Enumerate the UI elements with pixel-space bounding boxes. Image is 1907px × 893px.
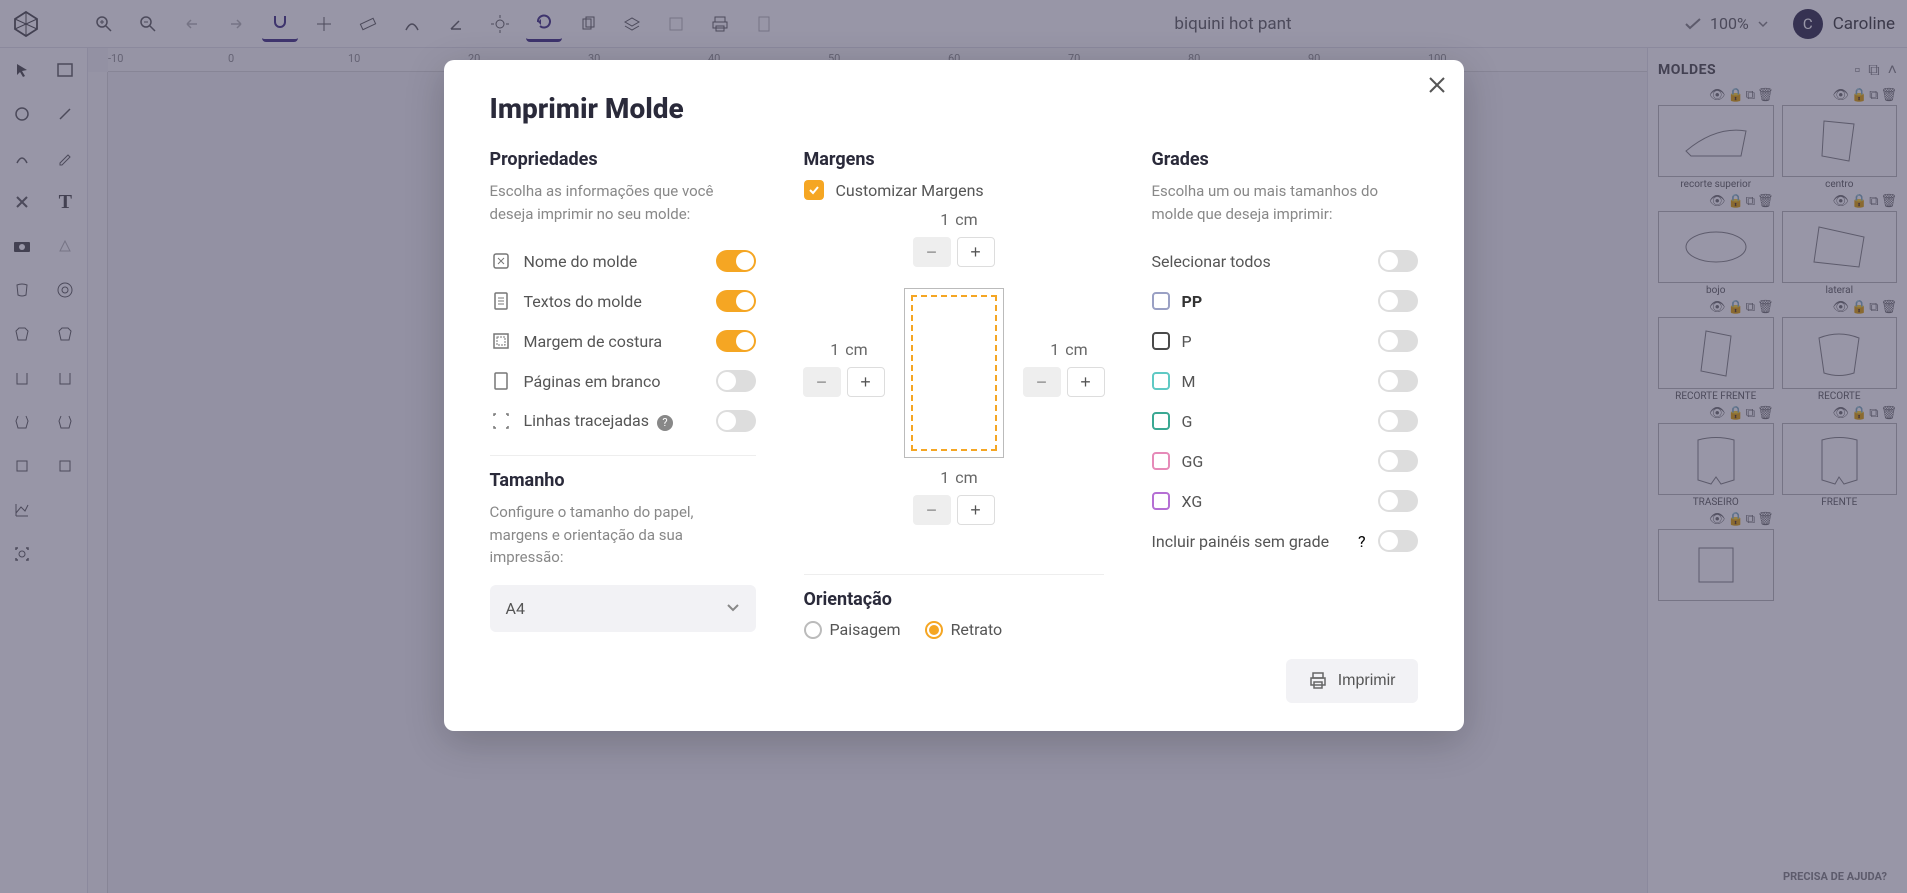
property-row: Textos do molde [490,281,756,321]
orientation-option[interactable]: Paisagem [804,620,901,639]
property-row: Páginas em branco [490,361,756,401]
property-row: Margem de costura [490,321,756,361]
page-preview [904,288,1004,458]
size-heading: Tamanho [490,470,756,491]
margin-right-minus[interactable]: − [1023,367,1061,397]
grade-swatch [1152,492,1170,510]
grade-label: GG [1182,452,1366,471]
properties-heading: Propriedades [490,149,756,170]
print-button[interactable]: Imprimir [1286,659,1418,703]
margin-left-value: 1 [819,340,839,359]
grade-swatch [1152,452,1170,470]
grade-swatch [1152,412,1170,430]
print-modal: Imprimir Molde Propriedades Escolha as i… [444,60,1464,731]
grade-row: PP [1152,281,1418,321]
margin-right-plus[interactable]: + [1067,367,1105,397]
select-all-toggle[interactable] [1378,250,1418,272]
margin-bottom-value: 1 [929,468,949,487]
properties-desc: Escolha as informações que você deseja i… [490,180,756,225]
grade-swatch [1152,292,1170,310]
orientation-label: Paisagem [830,620,901,639]
property-toggle[interactable] [716,250,756,272]
radio-icon [804,621,822,639]
grade-toggle[interactable] [1378,490,1418,512]
property-label: Textos do molde [524,292,704,311]
margin-bottom-plus[interactable]: + [957,495,995,525]
grade-row: GG [1152,441,1418,481]
property-icon [490,410,512,432]
grade-row: XG [1152,481,1418,521]
grade-label: P [1182,332,1366,351]
customize-margins-checkbox[interactable] [804,180,824,200]
property-label: Páginas em branco [524,372,704,391]
property-label: Nome do molde [524,252,704,271]
grade-toggle[interactable] [1378,410,1418,432]
margin-right-value: 1 [1039,340,1059,359]
grade-toggle[interactable] [1378,290,1418,312]
orientation-label: Retrato [951,620,1003,639]
chevron-down-icon [726,603,740,613]
include-panels-label: Incluir painéis sem grade [1152,532,1346,551]
modal-title: Imprimir Molde [490,92,1418,125]
customize-margins-label: Customizar Margens [836,181,984,200]
margin-left-plus[interactable]: + [847,367,885,397]
grade-row: G [1152,401,1418,441]
property-toggle[interactable] [716,410,756,432]
property-label: Linhas tracejadas ? [524,411,704,431]
grades-heading: Grades [1152,149,1418,170]
property-icon [490,290,512,312]
grade-label: PP [1182,292,1366,311]
property-icon [490,330,512,352]
grade-row: M [1152,361,1418,401]
check-icon [808,185,820,195]
radio-icon [925,621,943,639]
property-toggle[interactable] [716,370,756,392]
margins-heading: Margens [804,149,1104,170]
property-label: Margem de costura [524,332,704,351]
select-all-label: Selecionar todos [1152,252,1366,271]
property-row: Linhas tracejadas ? [490,401,756,441]
margin-top-value: 1 [929,210,949,229]
property-toggle[interactable] [716,290,756,312]
grade-swatch [1152,332,1170,350]
property-row: Nome do molde [490,241,756,281]
margin-top-plus[interactable]: + [957,237,995,267]
paper-size-value: A4 [506,599,525,618]
grade-toggle[interactable] [1378,370,1418,392]
close-icon [1428,76,1446,94]
margin-bottom-minus[interactable]: − [913,495,951,525]
grade-toggle[interactable] [1378,450,1418,472]
size-desc: Configure o tamanho do papel, margens e … [490,501,756,569]
modal-overlay: Imprimir Molde Propriedades Escolha as i… [0,0,1907,893]
close-button[interactable] [1428,76,1446,94]
margin-top-minus[interactable]: − [913,237,951,267]
grade-label: XG [1182,492,1366,511]
property-icon [490,370,512,392]
paper-size-select[interactable]: A4 [490,585,756,632]
help-icon[interactable]: ? [657,415,673,431]
help-icon[interactable]: ? [1358,532,1366,551]
grade-label: G [1182,412,1366,431]
grade-row: P [1152,321,1418,361]
grade-label: M [1182,372,1366,391]
grade-swatch [1152,372,1170,390]
grade-toggle[interactable] [1378,330,1418,352]
property-icon [490,250,512,272]
include-panels-toggle[interactable] [1378,530,1418,552]
print-button-label: Imprimir [1338,672,1396,690]
orientation-heading: Orientação [804,589,1104,610]
margin-left-minus[interactable]: − [803,367,841,397]
print-icon [1308,671,1328,691]
property-toggle[interactable] [716,330,756,352]
grades-desc: Escolha um ou mais tamanhos do molde que… [1152,180,1418,225]
orientation-option[interactable]: Retrato [925,620,1003,639]
